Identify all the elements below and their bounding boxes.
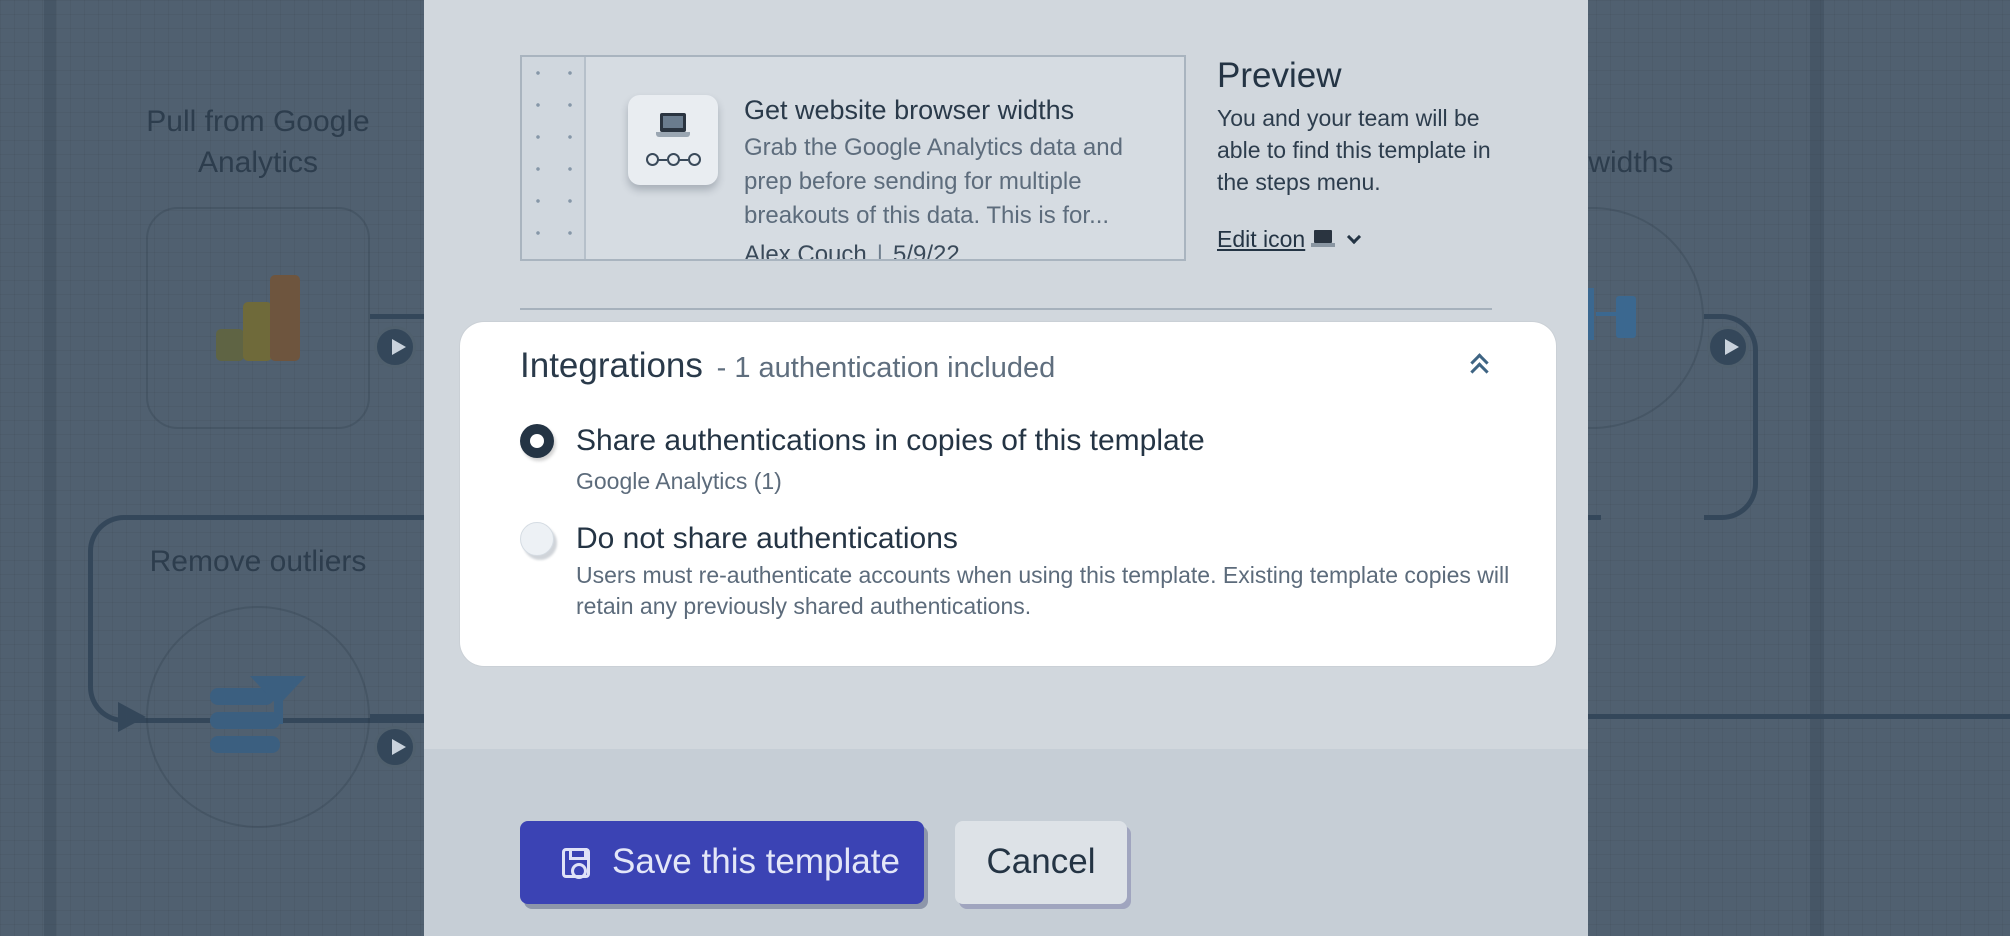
google-analytics-icon-bar — [270, 275, 300, 361]
connector-line — [370, 314, 426, 319]
template-icon-box — [628, 95, 718, 185]
template-author: Alex Couch — [744, 241, 867, 261]
filter-icon-bar — [210, 712, 280, 729]
radio-description: Users must re-authenticate accounts when… — [576, 562, 1510, 619]
template-preview-card: Get website browser widths Grab the Goog… — [520, 55, 1186, 261]
radio-button-unchecked[interactable] — [520, 522, 554, 556]
modal-header-clipped — [1284, 0, 1484, 6]
canvas-lane-right-edge — [1822, 0, 1824, 936]
play-icon — [1707, 326, 1749, 368]
template-title: Get website browser widths — [744, 95, 1075, 125]
step-title-browser-widths: r widths — [1570, 146, 1674, 179]
radio-button-checked[interactable] — [520, 424, 554, 458]
radio-label: Share authentications in copies of this … — [576, 424, 1205, 457]
cancel-button[interactable]: Cancel — [955, 821, 1127, 904]
template-description: Grab the Google Analytics data and prep … — [744, 134, 1123, 229]
preview-heading: Preview — [1217, 56, 1342, 95]
radio-label: Do not share authentications — [576, 522, 958, 555]
play-icon — [374, 326, 416, 368]
connector-line — [1586, 714, 2010, 719]
chevron-down-icon — [1347, 229, 1362, 245]
chain-icon — [646, 153, 702, 167]
meta-separator: | — [876, 241, 883, 261]
radio-sublabel: Google Analytics (1) — [576, 468, 782, 494]
edit-icon-label: Edit icon — [1217, 226, 1306, 252]
collapse-integrations-button[interactable] — [1466, 352, 1494, 382]
save-button-label: Save this template — [612, 842, 900, 881]
preview-help-text: You and your team will be able to find t… — [1217, 105, 1491, 195]
cancel-button-label: Cancel — [986, 842, 1096, 881]
play-icon — [374, 726, 416, 768]
laptop-icon — [656, 113, 690, 137]
canvas-lane-left — [44, 0, 56, 936]
connector-line — [1587, 515, 1601, 520]
floppy-disk-icon — [562, 848, 590, 879]
step-title-remove-outliers: Remove outliers — [149, 545, 367, 578]
preview-card-rail — [522, 57, 586, 259]
filter-icon-bar — [210, 736, 280, 753]
integrations-heading: Integrations - 1 authentication included — [520, 346, 1055, 386]
google-analytics-icon-bar — [243, 302, 272, 361]
template-meta: Alex Couch | 5/9/22 — [744, 241, 960, 261]
laptop-icon — [1311, 230, 1336, 248]
funnel-icon-stem — [274, 700, 283, 724]
connector-arrow-icon — [118, 702, 146, 732]
save-template-button[interactable]: Save this template — [520, 821, 924, 904]
step-icon-part — [1616, 296, 1636, 338]
step-title-pull-google-analytics: Pull from Google Analytics — [146, 105, 370, 179]
google-analytics-icon — [216, 329, 244, 361]
section-divider — [520, 308, 1492, 310]
step-icon-part — [1596, 312, 1616, 316]
integrations-count: - 1 authentication included — [716, 352, 1056, 384]
integrations-panel: Integrations - 1 authentication included… — [460, 322, 1556, 666]
template-date: 5/9/22 — [892, 241, 960, 261]
edit-icon-dropdown[interactable]: Edit icon — [1217, 226, 1362, 253]
canvas-lane-right — [1810, 0, 1822, 936]
integrations-title: Integrations — [520, 346, 703, 385]
